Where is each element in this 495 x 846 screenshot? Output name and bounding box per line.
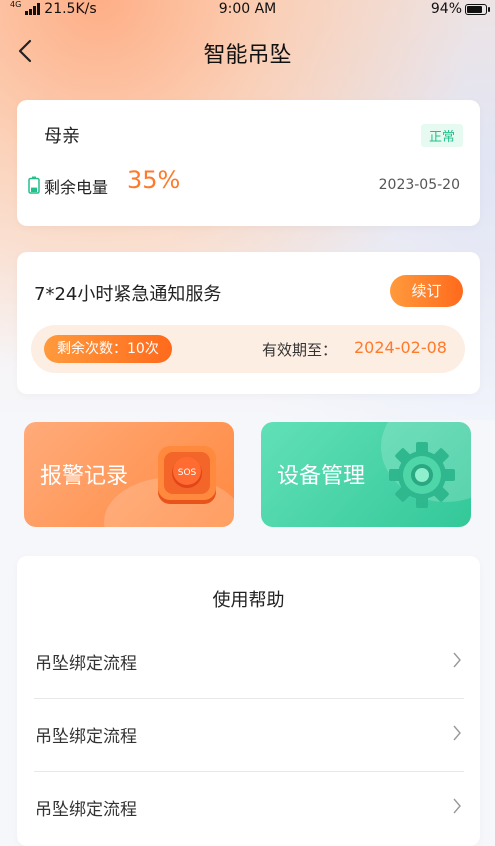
sos-icon: SOS bbox=[158, 446, 216, 504]
help-item-label: 吊坠绑定流程 bbox=[35, 654, 137, 674]
device-owner-name: 母亲 bbox=[44, 126, 80, 147]
service-title: 7*24小时紧急通知服务 bbox=[34, 284, 222, 305]
battery-label: 剩余电量 bbox=[44, 178, 109, 197]
phone-battery-icon bbox=[465, 3, 490, 15]
status-bar: 4G 21.5K/s 9:00 AM 94% bbox=[0, 0, 495, 20]
phone-battery-fill bbox=[467, 5, 482, 13]
help-item-label: 吊坠绑定流程 bbox=[35, 727, 137, 747]
help-card: 使用帮助 吊坠绑定流程 吊坠绑定流程 吊坠绑定流程 bbox=[17, 556, 480, 846]
gear-icon bbox=[389, 442, 455, 508]
service-card: 7*24小时紧急通知服务 续订 剩余次数：10次 有效期至： 2024-02-0… bbox=[17, 252, 480, 394]
chevron-right-icon bbox=[453, 798, 461, 814]
battery-value: 35% bbox=[127, 166, 181, 194]
service-info-bar: 剩余次数：10次 有效期至： 2024-02-08 bbox=[31, 325, 465, 373]
help-item[interactable]: 吊坠绑定流程 bbox=[34, 771, 464, 844]
help-item[interactable]: 吊坠绑定流程 bbox=[34, 698, 464, 772]
battery-icon bbox=[28, 176, 40, 194]
device-management-label: 设备管理 bbox=[277, 464, 366, 489]
expire-date: 2024-02-08 bbox=[354, 338, 447, 357]
help-item[interactable]: 吊坠绑定流程 bbox=[34, 625, 464, 699]
svg-text:SOS: SOS bbox=[178, 468, 197, 478]
renew-button[interactable]: 续订 bbox=[390, 275, 463, 307]
update-date: 2023-05-20 bbox=[378, 177, 460, 193]
page-title: 智能吊坠 bbox=[203, 43, 292, 68]
header: 智能吊坠 bbox=[0, 28, 495, 74]
battery-percent: 94% bbox=[430, 1, 462, 17]
device-card[interactable]: 母亲 正常 剩余电量 35% 2023-05-20 bbox=[17, 100, 480, 226]
device-management-tile[interactable]: 设备管理 bbox=[261, 422, 471, 527]
help-title: 使用帮助 bbox=[212, 590, 285, 611]
expire-label: 有效期至： bbox=[262, 341, 338, 359]
alarm-records-label: 报警记录 bbox=[40, 464, 129, 489]
status-time: 9:00 AM bbox=[218, 1, 277, 17]
chevron-right-icon bbox=[453, 725, 461, 741]
chevron-right-icon bbox=[453, 652, 461, 668]
remaining-count-pill: 剩余次数：10次 bbox=[44, 335, 172, 363]
status-badge: 正常 bbox=[420, 124, 463, 147]
alarm-records-tile[interactable]: 报警记录 SOS bbox=[24, 422, 234, 527]
help-item-label: 吊坠绑定流程 bbox=[35, 800, 137, 820]
status-right: 94% bbox=[430, 1, 490, 17]
